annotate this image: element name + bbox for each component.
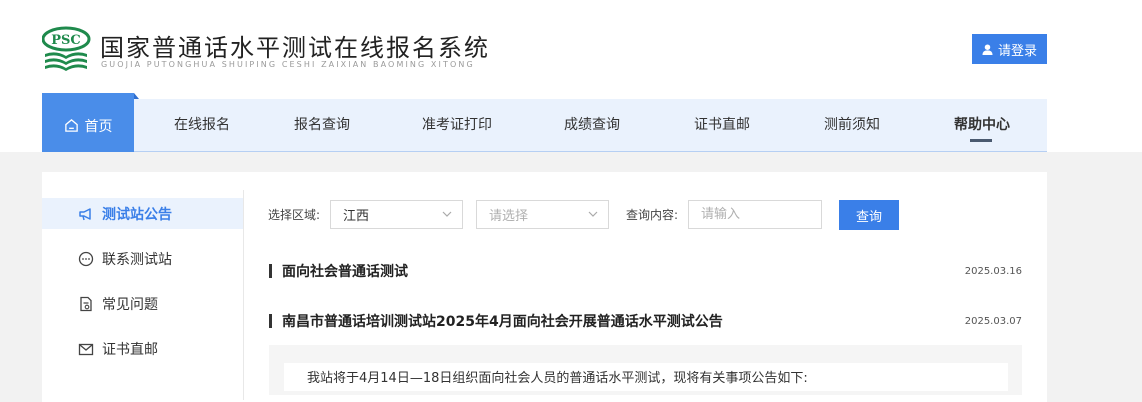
nav-fold-decoration xyxy=(134,93,139,99)
sidebar-item-announcements[interactable]: 测试站公告 xyxy=(42,198,243,229)
sidebar-item-faq[interactable]: 常见问题 xyxy=(42,288,243,319)
nav-home[interactable]: 首页 xyxy=(42,93,139,152)
region-select[interactable]: 江西 xyxy=(330,200,463,229)
notice-title: 面向社会普通话测试 xyxy=(282,264,408,280)
nav-help-center[interactable]: 帮助中心 xyxy=(932,99,1032,151)
notice-item[interactable]: 面向社会普通话测试 2025.03.16 xyxy=(269,261,1022,281)
sub-region-select[interactable]: 请选择 xyxy=(476,200,609,229)
nav-admission-ticket-print[interactable]: 准考证打印 xyxy=(407,99,507,151)
nav-registration-query[interactable]: 报名查询 xyxy=(272,99,372,151)
query-button[interactable]: 查询 xyxy=(839,200,899,230)
nav-pre-test-notice[interactable]: 测前须知 xyxy=(802,99,902,151)
megaphone-icon xyxy=(79,207,91,220)
user-icon xyxy=(982,43,993,55)
main-nav: 首页 在线报名 报名查询 准考证打印 成绩查询 证书直邮 测前须知 帮助中心 xyxy=(42,93,1047,152)
nav-online-registration[interactable]: 在线报名 xyxy=(152,99,252,151)
sidebar-item-label: 联系测试站 xyxy=(102,251,172,268)
chevron-down-icon xyxy=(442,211,452,217)
svg-text:PSC: PSC xyxy=(51,33,81,48)
nav-home-label: 首页 xyxy=(84,118,113,135)
login-label: 请登录 xyxy=(997,43,1037,59)
home-icon xyxy=(64,119,78,132)
sidebar-item-contact[interactable]: 联系测试站 xyxy=(42,243,243,274)
mail-icon xyxy=(78,343,94,355)
sidebar-item-certificate-mail[interactable]: 证书直邮 xyxy=(42,333,243,364)
sidebar-item-label: 测试站公告 xyxy=(102,206,172,223)
notice-excerpt-text: 我站将于4月14日—18日组织面向社会人员的普通话水平测试，现将有关事项公告如下… xyxy=(307,371,808,386)
site-subtitle: GUOJIA PUTONGHUA SHUIPING CESHI ZAIXIAN … xyxy=(101,60,475,69)
notice-item[interactable]: 南昌市普通话培训测试站2025年4月面向社会开展普通话水平测试公告 2025.0… xyxy=(269,311,1022,331)
query-label: 查询内容: xyxy=(626,208,679,222)
chat-icon xyxy=(78,251,94,266)
document-icon xyxy=(80,296,92,311)
nav-certificate-mail[interactable]: 证书直邮 xyxy=(672,99,772,151)
sub-region-placeholder: 请选择 xyxy=(489,209,529,224)
notice-title: 南昌市普通话培训测试站2025年4月面向社会开展普通话水平测试公告 xyxy=(282,314,723,330)
psc-logo[interactable]: PSC xyxy=(41,26,92,72)
nav-active-indicator xyxy=(970,139,992,142)
notice-date: 2025.03.07 xyxy=(964,315,1022,327)
login-button[interactable]: 请登录 xyxy=(972,34,1047,64)
sidebar-item-label: 常见问题 xyxy=(102,296,158,313)
query-input[interactable] xyxy=(688,200,822,229)
region-value: 江西 xyxy=(343,209,370,224)
nav-score-query[interactable]: 成绩查询 xyxy=(542,99,642,151)
site-title: 国家普通话水平测试在线报名系统 xyxy=(100,34,490,62)
notice-marker xyxy=(269,314,272,328)
chevron-down-icon xyxy=(588,211,598,217)
sidebar: 测试站公告 联系测试站 常见问题 证书直邮 xyxy=(42,190,244,400)
notice-marker xyxy=(269,264,272,278)
sidebar-item-label: 证书直邮 xyxy=(102,341,158,358)
notice-date: 2025.03.16 xyxy=(964,265,1022,277)
region-label: 选择区域: xyxy=(268,208,321,222)
